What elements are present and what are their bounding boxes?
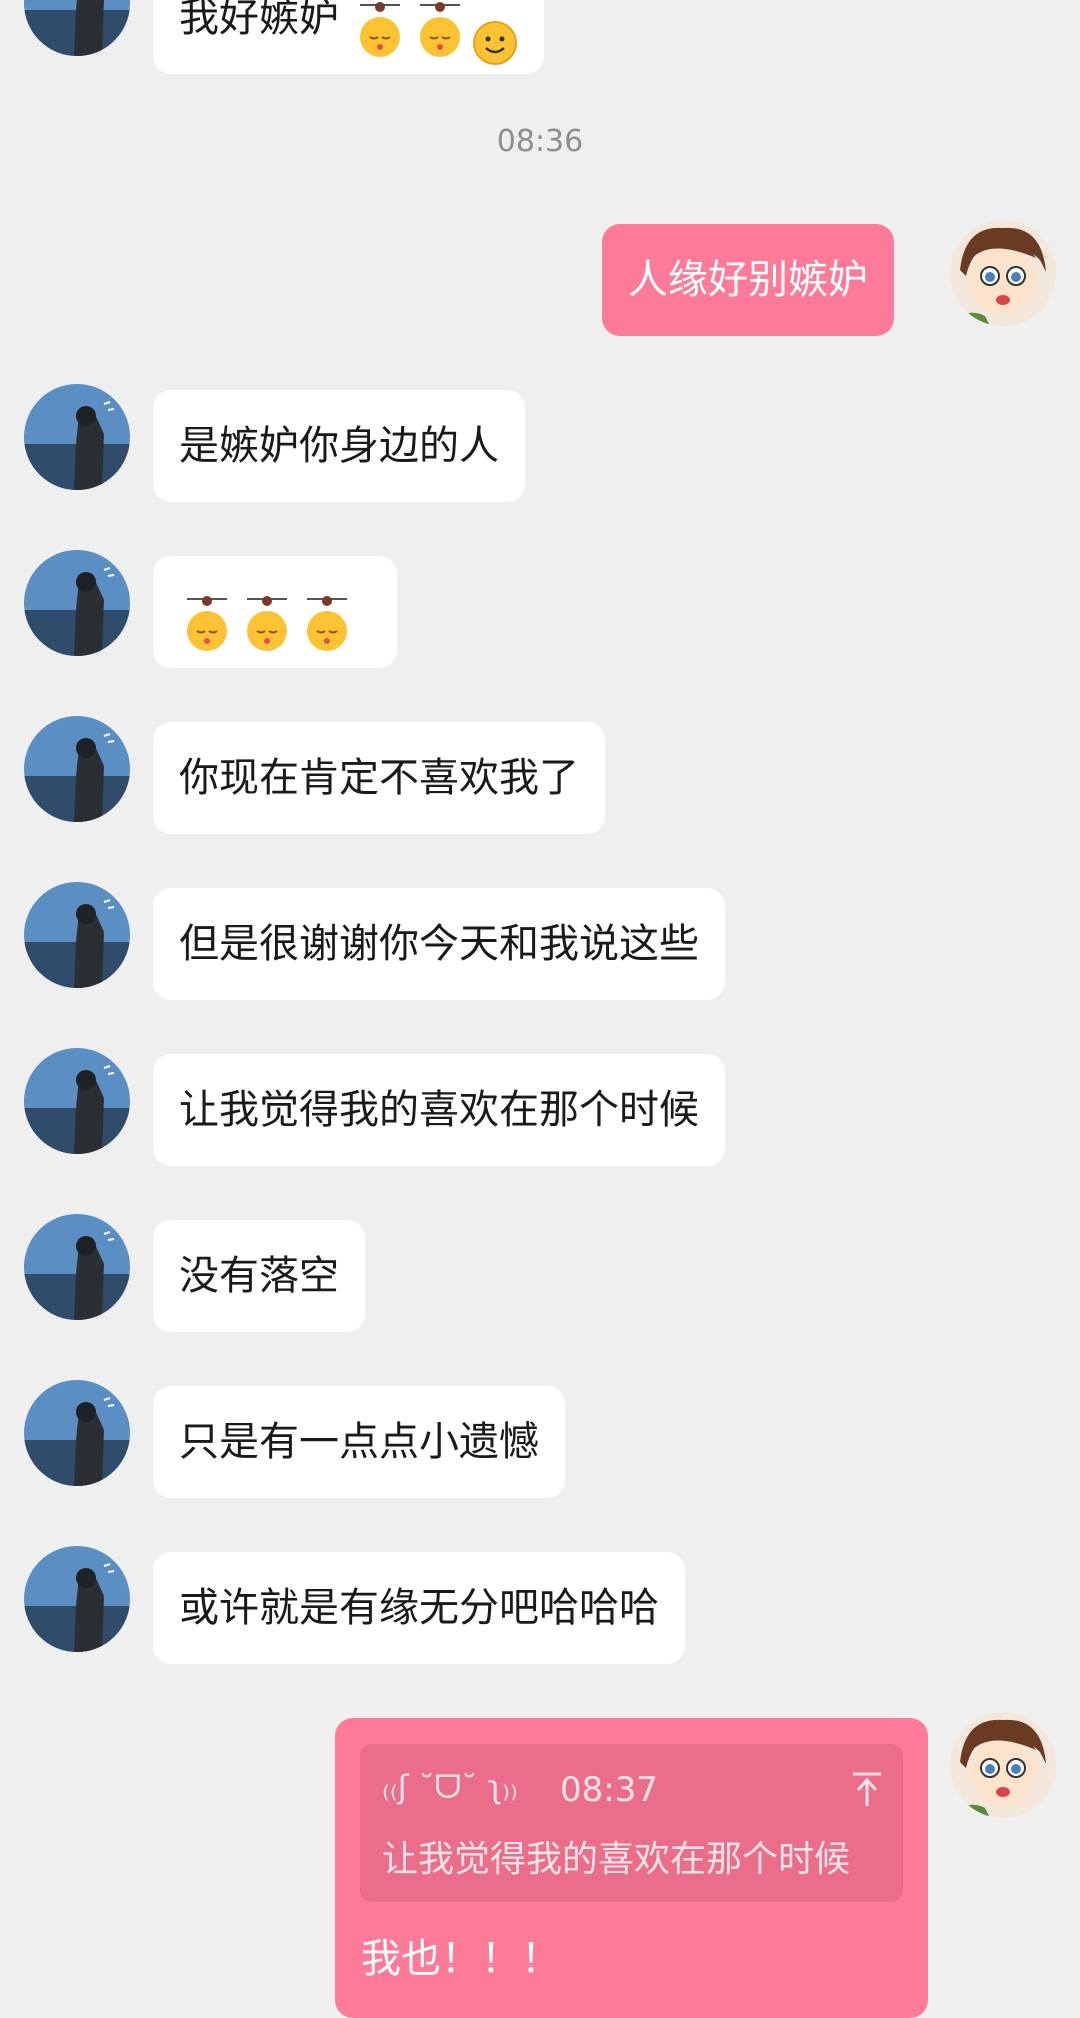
contact-avatar[interactable] bbox=[24, 1546, 130, 1652]
sleepy-emoji-icon bbox=[239, 584, 295, 651]
quoted-message-time: 08:37 bbox=[560, 1770, 658, 1810]
quoted-message-text: 让我觉得我的喜欢在那个时候 bbox=[382, 1839, 851, 1880]
message-bubble-incoming[interactable]: 是嫉妒你身边的人 bbox=[153, 390, 525, 502]
quoted-message[interactable]: ₍₍ʃ ˘ᗜ˘ ʅ₎₎ 08:37 让我觉得我的喜欢在那个时候 bbox=[360, 1744, 903, 1902]
contact-avatar[interactable] bbox=[24, 1214, 130, 1320]
contact-avatar[interactable] bbox=[24, 550, 130, 656]
message-bubble-outgoing-reply[interactable]: ₍₍ʃ ˘ᗜ˘ ʅ₎₎ 08:37 让我觉得我的喜欢在那个时候 我也！！！ bbox=[335, 1718, 928, 2018]
message-bubble-incoming[interactable]: 只是有一点点小遗憾 bbox=[153, 1386, 565, 1498]
contact-avatar[interactable] bbox=[24, 0, 130, 56]
reply-message-text: 我也！！！ bbox=[361, 1936, 561, 1982]
contact-avatar[interactable] bbox=[24, 1048, 130, 1154]
message-bubble-incoming[interactable] bbox=[153, 556, 397, 668]
message-bubble-incoming[interactable]: 没有落空 bbox=[153, 1220, 365, 1332]
chat-timestamp: 08:36 bbox=[496, 124, 584, 159]
smile-emoji-icon bbox=[472, 0, 518, 65]
sleepy-emoji-icon bbox=[352, 0, 408, 57]
message-text: 我好嫉妒 bbox=[179, 0, 339, 41]
sleepy-emoji-icon bbox=[412, 0, 468, 57]
sleepy-emoji-icon bbox=[299, 584, 355, 651]
contact-avatar[interactable] bbox=[24, 1380, 130, 1486]
my-avatar[interactable] bbox=[950, 220, 1056, 326]
pin-icon bbox=[850, 1770, 884, 1810]
contact-avatar[interactable] bbox=[24, 384, 130, 490]
message-bubble-incoming[interactable]: 让我觉得我的喜欢在那个时候 bbox=[153, 1054, 725, 1166]
message-bubble-incoming[interactable]: 或许就是有缘无分吧哈哈哈 bbox=[153, 1552, 685, 1664]
message-bubble-incoming[interactable]: 你现在肯定不喜欢我了 bbox=[153, 722, 605, 834]
contact-avatar[interactable] bbox=[24, 716, 130, 822]
my-avatar[interactable] bbox=[950, 1712, 1056, 1818]
message-bubble-outgoing[interactable]: 人缘好别嫉妒 bbox=[602, 224, 894, 336]
contact-avatar[interactable] bbox=[24, 882, 130, 988]
quoted-sender-name: ₍₍ʃ ˘ᗜ˘ ʅ₎₎ bbox=[382, 1768, 518, 1806]
message-bubble-incoming[interactable]: 我好嫉妒 bbox=[153, 0, 544, 74]
message-bubble-incoming[interactable]: 但是很谢谢你今天和我说这些 bbox=[153, 888, 725, 1000]
sleepy-emoji-icon bbox=[179, 584, 235, 651]
chat-view: 我好嫉妒 08:36 人缘好别嫉妒 是嫉妒你身边的人 你现在肯定不喜欢我了 但是… bbox=[0, 0, 1080, 2018]
